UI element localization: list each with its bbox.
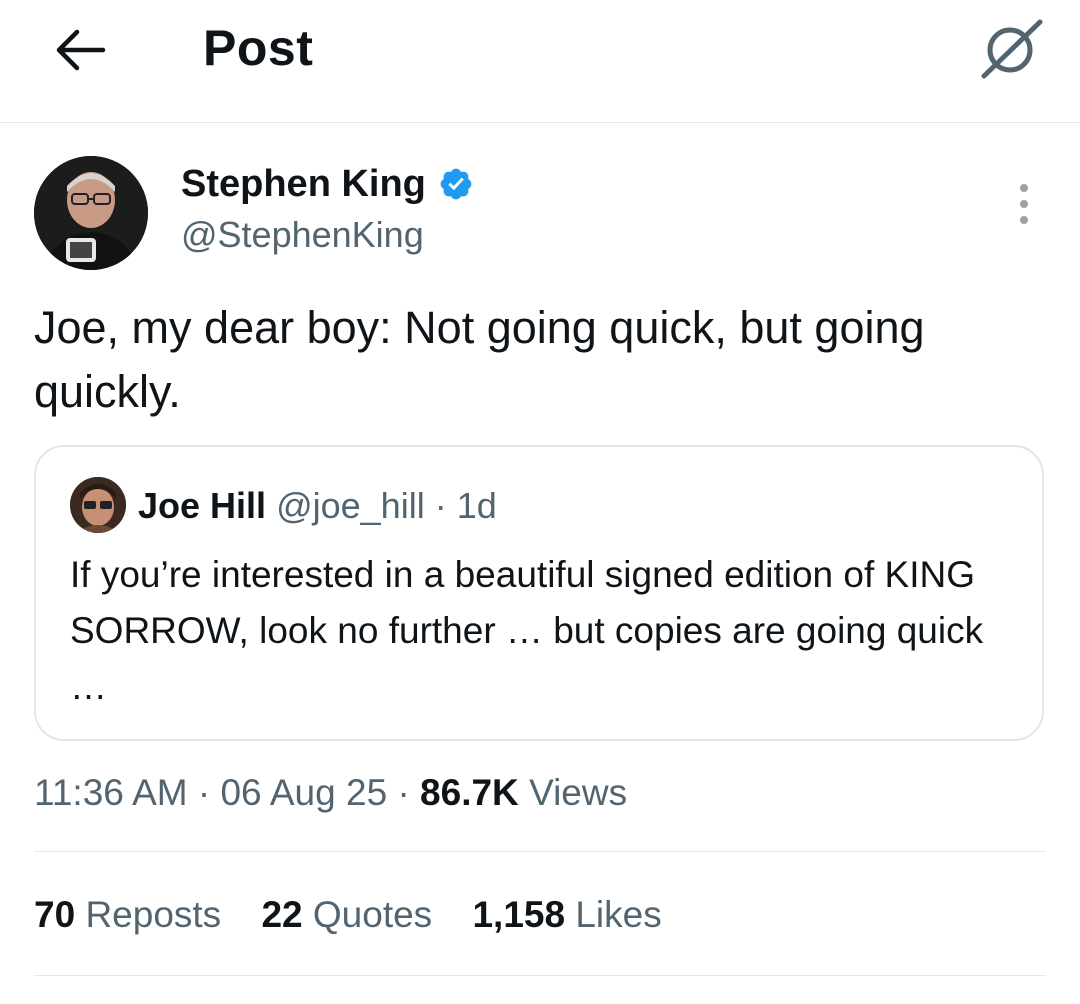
- quoted-author-avatar: [70, 477, 126, 533]
- quoted-post-card[interactable]: Joe Hill @joe_hill · 1d If you’re intere…: [34, 445, 1044, 741]
- divider: [34, 975, 1046, 976]
- quoted-separator: ·: [434, 485, 447, 526]
- grok-button[interactable]: [972, 8, 1052, 88]
- top-bar: Post: [0, 0, 1080, 123]
- quoted-post-header: Joe Hill @joe_hill · 1d: [138, 483, 497, 529]
- divider: [34, 851, 1046, 852]
- post-time: 11:36 AM: [34, 772, 188, 813]
- views-label: Views: [529, 772, 628, 813]
- views-count: 86.7K: [420, 772, 519, 813]
- author-handle[interactable]: @StephenKing: [181, 212, 424, 258]
- quoted-post-age: 1d: [456, 485, 497, 526]
- quoted-author-handle: @joe_hill: [276, 485, 425, 526]
- grok-icon: [981, 19, 1043, 79]
- author-name[interactable]: Stephen King: [181, 160, 426, 208]
- more-options-button[interactable]: [1000, 176, 1048, 232]
- post-stats: 70 Reposts 22 Quotes 1,158 Likes: [34, 892, 692, 938]
- author-avatar-image: [34, 156, 148, 270]
- verified-badge-icon: [440, 168, 472, 200]
- likes-label: Likes: [575, 894, 662, 935]
- reposts-count: 70: [34, 894, 76, 935]
- quoted-author-avatar-image: [70, 477, 126, 533]
- page-title: Post: [203, 20, 314, 76]
- quoted-post-text: If you’re interested in a beautiful sign…: [70, 554, 984, 707]
- quotes-count: 22: [261, 894, 303, 935]
- likes-stat[interactable]: 1,158 Likes: [472, 894, 661, 935]
- post-meta: 11:36 AM · 06 Aug 25 · 86.7K Views: [34, 770, 627, 816]
- author-avatar[interactable]: [34, 156, 148, 270]
- more-vertical-icon: [1020, 184, 1028, 224]
- meta-separator: ·: [197, 772, 211, 813]
- reposts-stat[interactable]: 70 Reposts: [34, 894, 221, 935]
- quotes-label: Quotes: [312, 894, 433, 935]
- post-date: 06 Aug 25: [220, 772, 388, 813]
- arrow-left-icon: [56, 29, 106, 71]
- reposts-label: Reposts: [85, 894, 222, 935]
- post-text: Joe, my dear boy: Not going quick, but g…: [34, 302, 925, 417]
- back-button[interactable]: [48, 18, 112, 82]
- quotes-stat[interactable]: 22 Quotes: [261, 894, 432, 935]
- author-name-row[interactable]: Stephen King: [181, 160, 474, 208]
- likes-count: 1,158: [472, 894, 566, 935]
- meta-separator: ·: [397, 772, 410, 813]
- quoted-author-name: Joe Hill: [138, 485, 267, 526]
